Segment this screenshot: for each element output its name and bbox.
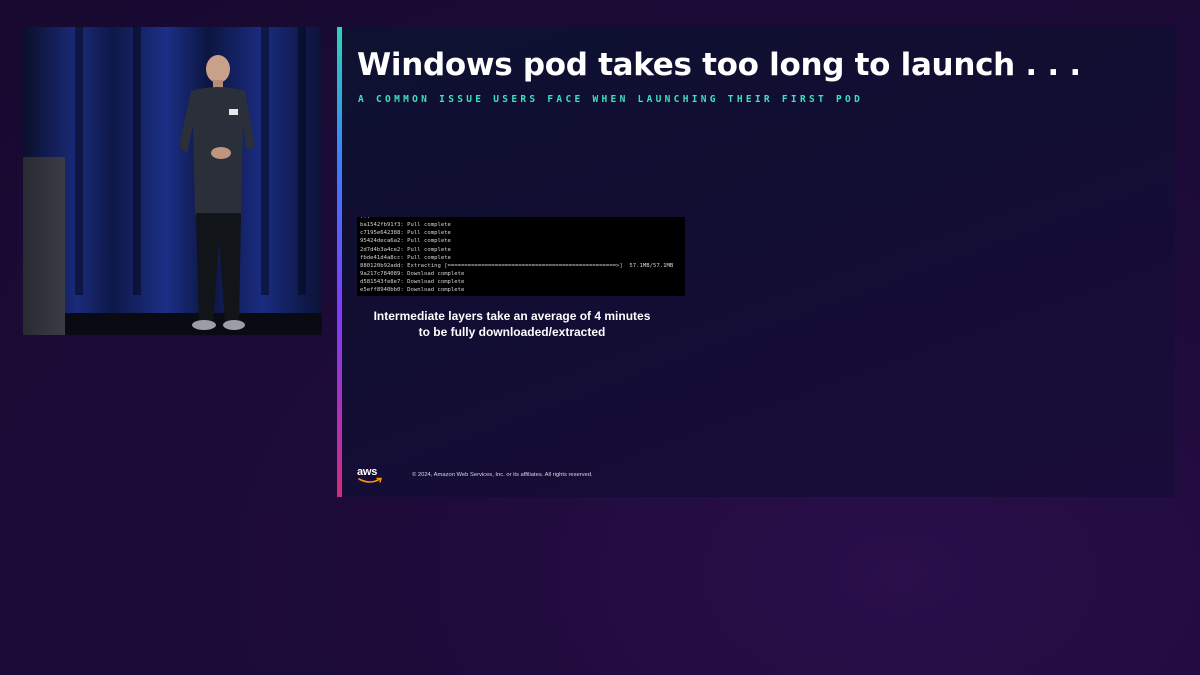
aws-smile-icon — [358, 477, 382, 483]
terminal-line: 2d7d4b3a4ce2: Pull complete — [360, 246, 451, 253]
terminal-line: 9a217c784089: Download complete — [360, 271, 465, 278]
slide-title: Windows pod takes too long to launch . .… — [357, 47, 1081, 83]
slide-caption: Intermediate layers take an average of 4… — [373, 309, 651, 339]
terminal-line: 95424deca6a2: Pull complete — [360, 238, 451, 245]
copyright-notice: © 2024, Amazon Web Services, Inc. or its… — [412, 472, 593, 478]
aws-logo: aws — [357, 467, 387, 487]
terminal-line: d581543fe8e7: Download complete — [360, 279, 465, 286]
presentation-slide: Windows pod takes too long to launch . .… — [337, 27, 1175, 497]
terminal-line: e5eff8940bb0: Download complete — [360, 287, 465, 294]
terminal-line: fbde41d4a8cc: Pull complete — [360, 254, 451, 261]
curtain-fold — [133, 27, 141, 295]
speaker-video — [23, 27, 322, 335]
terminal-line: c7195e642388: Pull complete — [360, 230, 451, 237]
terminal-line: 880120b92add: Extracting [==============… — [360, 262, 674, 269]
podium — [23, 157, 65, 335]
curtain-fold — [75, 27, 83, 295]
terminal-output: ... ba1542fb91f3: Pull complete c7195e64… — [357, 217, 685, 296]
curtain-fold — [298, 27, 306, 295]
slide-accent-bar — [337, 27, 342, 497]
terminal-line: ba1542fb91f3: Pull complete — [360, 222, 451, 229]
speaker-figure — [179, 55, 255, 330]
slide-subtitle: A COMMON ISSUE USERS FACE WHEN LAUNCHING… — [358, 94, 864, 105]
